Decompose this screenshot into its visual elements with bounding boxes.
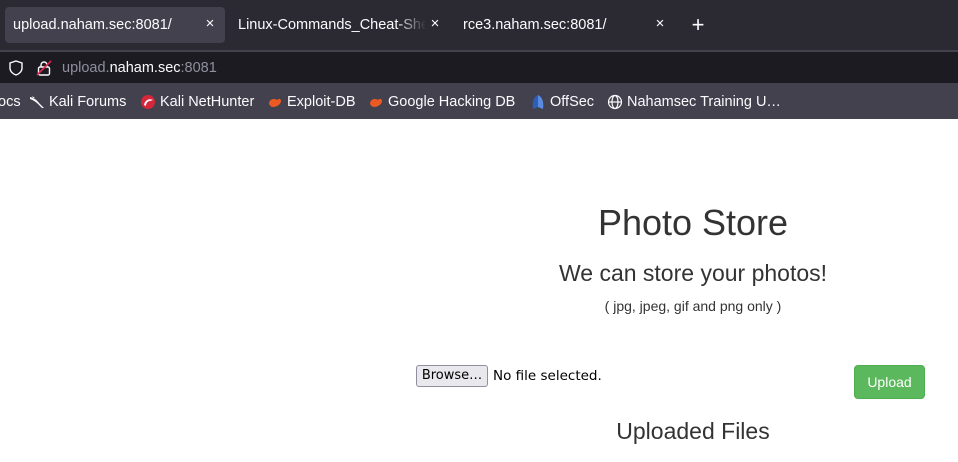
bookmark-docs[interactable]: ocs bbox=[0, 94, 21, 110]
bookmark-label: Kali Forums bbox=[49, 94, 127, 110]
tab-linux-commands[interactable]: Linux-Commands_Cheat-Sheet × bbox=[230, 7, 448, 43]
uploaded-files-heading: Uploaded Files bbox=[616, 418, 770, 444]
bookmark-label: Google Hacking DB bbox=[388, 94, 516, 110]
allowed-formats-note: ( jpg, jpeg, gif and png only ) bbox=[604, 298, 782, 314]
url-bar[interactable]: upload.naham.sec:8081 bbox=[0, 52, 958, 83]
exploitdb-icon bbox=[267, 94, 283, 110]
ghdb-icon bbox=[368, 94, 384, 110]
bookmark-offsec[interactable]: OffSec bbox=[530, 94, 594, 110]
url-subdomain: upload. bbox=[62, 60, 110, 76]
url-host: naham.sec bbox=[109, 60, 181, 76]
close-tab-icon[interactable]: × bbox=[651, 15, 669, 33]
bookmark-google-hacking-db[interactable]: Google Hacking DB bbox=[368, 94, 515, 110]
bookmark-kali-forums[interactable]: Kali Forums bbox=[29, 94, 126, 110]
globe-icon bbox=[607, 94, 623, 110]
kali-dragon-icon bbox=[29, 94, 45, 110]
tab-rce3[interactable]: rce3.naham.sec:8081/ × bbox=[455, 7, 675, 43]
offsec-icon bbox=[530, 94, 546, 110]
close-tab-icon[interactable]: × bbox=[426, 15, 444, 33]
bookmark-label: ocs bbox=[0, 94, 21, 110]
upload-button[interactable]: Upload bbox=[854, 365, 925, 399]
tab-upload[interactable]: upload.naham.sec:8081/ × bbox=[5, 7, 225, 43]
tracking-protection-shield-icon[interactable] bbox=[8, 60, 24, 81]
bookmark-kali-nethunter[interactable]: Kali NetHunter bbox=[140, 94, 254, 110]
tab-title: rce3.naham.sec:8081/ bbox=[463, 17, 607, 33]
bookmark-label: Exploit-DB bbox=[287, 94, 356, 110]
bookmark-nahamsec-training[interactable]: Nahamsec Training U… bbox=[607, 94, 781, 110]
page-title: Photo Store bbox=[597, 202, 789, 243]
bookmark-label: Nahamsec Training U… bbox=[627, 94, 781, 110]
bookmark-label: Kali NetHunter bbox=[160, 94, 255, 110]
url-text[interactable]: upload.naham.sec:8081 bbox=[62, 60, 217, 76]
tab-title: upload.naham.sec:8081/ bbox=[13, 17, 172, 33]
browse-button[interactable]: Browse… bbox=[416, 365, 488, 387]
bookmark-label: OffSec bbox=[550, 94, 595, 110]
page-subtitle: We can store your photos! bbox=[558, 260, 828, 286]
bookmarks-toolbar: ocs Kali Forums Kali NetHunter Exploit-D… bbox=[0, 85, 958, 119]
bookmark-exploit-db[interactable]: Exploit-DB bbox=[267, 94, 356, 110]
navigation-toolbar: upload.naham.sec:8081 bbox=[0, 50, 958, 85]
tab-strip: upload.naham.sec:8081/ × Linux-Commands_… bbox=[0, 0, 958, 50]
url-port: :8081 bbox=[180, 60, 217, 76]
nethunter-icon bbox=[140, 94, 156, 110]
close-tab-icon[interactable]: × bbox=[201, 15, 219, 33]
insecure-lock-icon[interactable] bbox=[36, 60, 52, 81]
file-status-text: No file selected. bbox=[493, 368, 602, 384]
page-content: Photo Store We can store your photos! ( … bbox=[0, 119, 958, 462]
new-tab-button[interactable]: + bbox=[687, 14, 709, 36]
